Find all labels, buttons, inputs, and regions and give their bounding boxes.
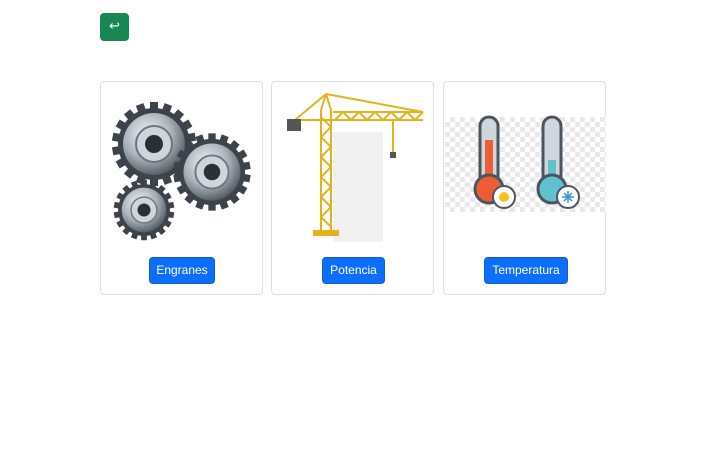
return-arrow-icon: ↩ xyxy=(109,19,120,34)
back-button[interactable]: ↩ xyxy=(100,13,129,41)
potencia-button[interactable]: Potencia xyxy=(322,257,385,284)
temperatura-button[interactable]: Temperatura xyxy=(484,257,568,284)
card-engranes: Engranes xyxy=(100,81,263,295)
tower-crane-image xyxy=(287,93,424,242)
card-temperatura: Temperatura xyxy=(443,81,606,295)
engranes-button[interactable]: Engranes xyxy=(149,257,215,284)
card-potencia: Potencia xyxy=(271,81,434,295)
gears-image xyxy=(110,101,252,241)
thermometers-image xyxy=(445,115,606,212)
